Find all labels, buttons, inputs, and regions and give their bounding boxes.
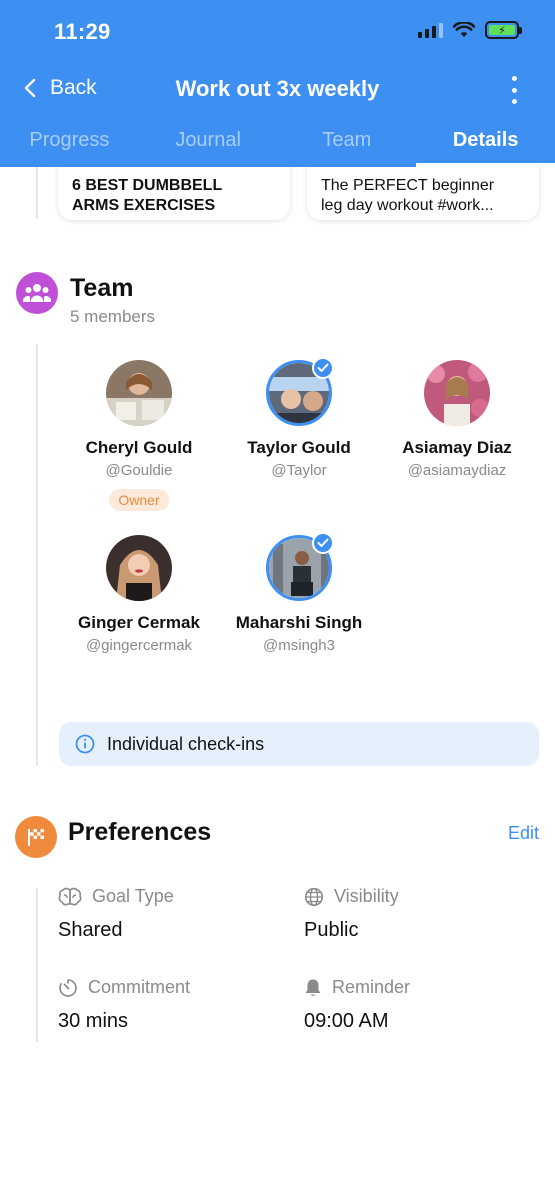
status-icons: ⚡ [418, 21, 522, 39]
team-member[interactable]: Maharshi Singh @msingh3 [214, 532, 384, 654]
team-member-count: 5 members [70, 307, 156, 326]
wifi-icon [453, 22, 475, 37]
team-member[interactable]: Cheryl Gould @Gouldie Owner [54, 360, 224, 511]
bell-icon [305, 979, 321, 996]
member-name: Asiamay Diaz [402, 438, 512, 457]
verified-badge-icon [312, 357, 334, 379]
goal-type-value: Shared [58, 919, 123, 941]
avatar [266, 532, 334, 601]
status-time: 11:29 [54, 19, 111, 44]
checkins-label: Individual check-ins [107, 733, 265, 754]
tab-team[interactable]: Team [278, 125, 417, 167]
member-handle: @Taylor [271, 462, 327, 479]
preferences-section-title: Preferences [68, 818, 212, 846]
commitment-value: 30 mins [58, 1010, 129, 1032]
team-section-title: Team [70, 274, 134, 302]
back-button[interactable]: Back [24, 76, 97, 100]
brain-icon [58, 887, 82, 905]
tab-progress[interactable]: Progress [0, 125, 139, 167]
video-title-line: 6 BEST DUMBBELL [72, 177, 223, 194]
timeline-line [36, 167, 38, 219]
member-handle: @asiamaydiaz [407, 462, 507, 479]
avatar [266, 357, 334, 426]
team-member[interactable]: Ginger Cermak @gingercermak [54, 535, 224, 654]
avatar [106, 360, 172, 426]
member-handle: @gingercermak [85, 637, 193, 654]
team-member[interactable]: Asiamay Diaz @asiamaydiaz [372, 360, 542, 479]
video-title-line: The PERFECT beginner [321, 177, 495, 194]
app-header: 11:29 ⚡ Back Work out 3x weekly Progress… [0, 0, 555, 167]
member-name: Maharshi Singh [235, 613, 363, 632]
member-name: Cheryl Gould [85, 438, 193, 457]
tab-details[interactable]: Details [416, 125, 555, 167]
tab-bar: Progress Journal Team Details [0, 125, 555, 167]
reminder-value: 09:00 AM [304, 1010, 389, 1032]
member-name: Ginger Cermak [78, 613, 200, 632]
member-handle: @Gouldie [105, 462, 173, 479]
info-icon [75, 734, 95, 754]
avatar [106, 535, 172, 601]
verified-badge-icon [312, 532, 334, 554]
battery-icon: ⚡ [485, 21, 522, 39]
commitment-label: Commitment [88, 977, 191, 997]
timeline-line [36, 344, 38, 766]
member-handle: @msingh3 [263, 637, 335, 654]
checkered-flag-icon [15, 816, 57, 858]
edit-preferences-button[interactable]: Edit [508, 823, 539, 844]
video-title-line: leg day workout #work... [321, 197, 494, 214]
globe-icon [304, 887, 324, 906]
individual-checkins-info[interactable]: Individual check-ins [59, 722, 539, 766]
back-label: Back [50, 76, 97, 99]
visibility-label: Visibility [334, 886, 399, 906]
team-icon [16, 272, 58, 314]
timer-icon [59, 978, 77, 997]
video-title-line: ARMS EXERCISES [72, 197, 216, 214]
chevron-left-icon [24, 78, 36, 98]
reminder-label: Reminder [332, 977, 411, 997]
team-member[interactable]: Taylor Gould @Taylor [214, 357, 384, 479]
cellular-signal-icon [418, 22, 443, 38]
more-options-button[interactable] [509, 76, 519, 104]
owner-badge: Owner [109, 489, 169, 511]
visibility-value: Public [304, 919, 359, 941]
goal-type-setting: Goal Type Shared [58, 886, 174, 942]
visibility-setting: Visibility Public [304, 886, 399, 942]
member-name: Taylor Gould [247, 438, 351, 457]
tab-journal[interactable]: Journal [139, 125, 278, 167]
goal-type-label: Goal Type [92, 886, 174, 906]
avatar [424, 360, 490, 426]
timeline-line [36, 888, 38, 1042]
reminder-setting: Reminder 09:00 AM [304, 977, 410, 1033]
commitment-setting: Commitment 30 mins [58, 977, 190, 1033]
